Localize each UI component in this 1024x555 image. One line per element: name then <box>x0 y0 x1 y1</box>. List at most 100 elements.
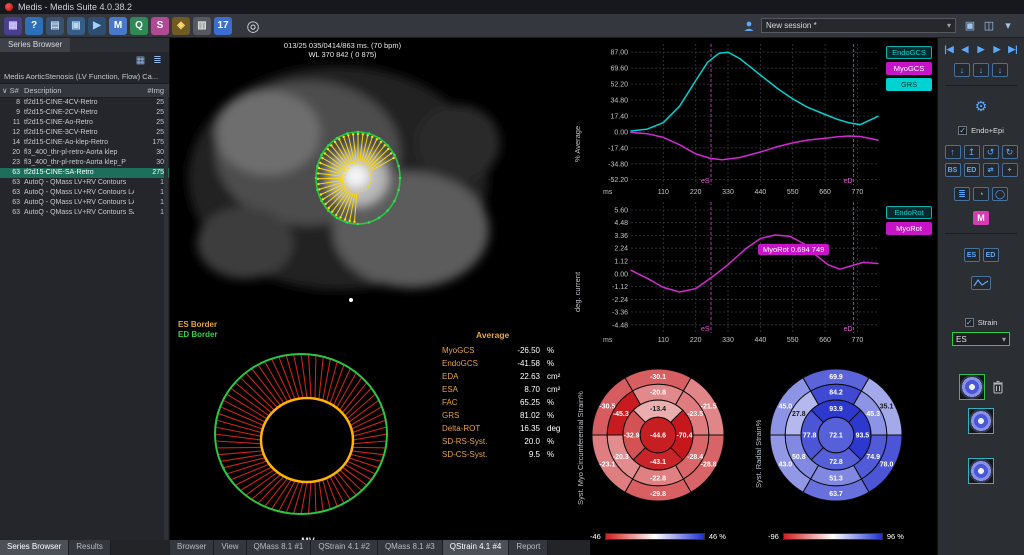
series-column-header[interactable]: Description <box>22 84 134 97</box>
list-view-icon[interactable]: ≣ <box>151 55 164 67</box>
svg-text:93.5: 93.5 <box>856 433 870 440</box>
panel-tab-results[interactable]: Results <box>69 540 111 555</box>
swap-contours-icon[interactable]: ⇄ <box>983 163 999 177</box>
series-column-header[interactable]: #Img <box>134 84 166 97</box>
series-browser-tab[interactable]: Series Browser <box>0 38 70 52</box>
bs-phase-icon[interactable]: BS <box>945 163 961 177</box>
redo-icon[interactable]: ↻ <box>1002 145 1018 159</box>
series-row[interactable]: 20fl3_400_thr-pl-retro-Aorta klep30 <box>0 148 169 158</box>
first-frame-button[interactable]: |◀ <box>943 43 956 56</box>
result-thumb-1[interactable] <box>959 374 985 400</box>
app-tab-browser[interactable]: Browser <box>170 540 214 555</box>
result-thumb-3[interactable] <box>968 458 994 484</box>
gauge-icon[interactable]: ◔ <box>973 187 989 201</box>
qmass-icon[interactable]: M <box>109 17 127 35</box>
snapshot-icon[interactable]: ◫ <box>981 18 997 34</box>
series-row[interactable]: 63AutoQ - QMass LV+RV Contours SAX1 <box>0 208 169 218</box>
delete-result-button[interactable] <box>992 380 1004 394</box>
roi-circle-icon[interactable]: ◯ <box>992 187 1008 201</box>
play-button[interactable]: ▶ <box>975 43 988 56</box>
app-tab-view[interactable]: View <box>214 540 246 555</box>
calendar-icon[interactable]: 17 <box>214 17 232 35</box>
es-recalc-button[interactable]: ES <box>964 248 980 262</box>
phase-select[interactable]: ES ▾ <box>952 332 1010 346</box>
report-icon[interactable]: ▥ <box>193 17 211 35</box>
es-ed-contour-view[interactable]: ES Border ED Border MV <box>173 318 443 555</box>
save-results-button[interactable]: ↓ <box>992 63 1008 77</box>
app-tab-qstrain-4-1-2[interactable]: QStrain 4.1 #2 <box>311 540 378 555</box>
svg-text:45.0: 45.0 <box>779 403 793 410</box>
series-row[interactable]: 11tf2d15-CINE-Ao-Retro25 <box>0 118 169 128</box>
qflow-icon[interactable]: Q <box>130 17 148 35</box>
series-row[interactable]: 23fl3_400_thr-pl-retro-Aorta klep_P30 <box>0 158 169 168</box>
series-image-count: 1 <box>134 198 166 208</box>
rotation-curves-chart[interactable]: 5.604.483.362.241.120.00-1.12-2.24-3.36-… <box>597 198 883 351</box>
result-row: EndoGCS-41.58% <box>442 357 574 370</box>
series-row[interactable]: 14tf2d15-CINE-Ao-klep-Retro175 <box>0 138 169 148</box>
acquisition-target-icon[interactable]: ◎ <box>243 16 263 36</box>
series-row[interactable]: 12tf2d15-CINE-3CV-Retro25 <box>0 128 169 138</box>
endo-epi-checkbox[interactable] <box>958 126 967 135</box>
app-tab-qmass-8-1-3[interactable]: QMass 8.1 #3 <box>378 540 443 555</box>
ed-phase-icon[interactable]: ED <box>964 163 980 177</box>
circumferential-strain-bullseye[interactable]: -30.1-21.5-28.8-29.8-23.1-30.5-20.8-23.5… <box>588 365 728 505</box>
add-contour-icon[interactable]: + <box>1002 163 1018 177</box>
radial-strain-bullseye[interactable]: 69.935.178.063.743.045.084.245.374.951.3… <box>766 365 906 505</box>
viewer-icon[interactable]: ▣ <box>67 17 85 35</box>
legend-grs[interactable]: GRS <box>886 78 932 91</box>
legend-myogcs[interactable]: MyoGCS <box>886 62 932 75</box>
legend-endogcs[interactable]: EndoGCS <box>886 46 932 59</box>
series-scrollbar[interactable] <box>164 92 168 550</box>
contour-propagate-icon[interactable]: ↥ <box>964 145 980 159</box>
study-label[interactable]: Medis AorticStenosis (LV Function, Flow)… <box>0 70 169 83</box>
session-select[interactable]: New session * ▾ <box>761 18 956 33</box>
screen-layout-icon[interactable]: ▣ <box>962 18 978 34</box>
help-icon[interactable]: ? <box>25 17 43 35</box>
app-tab-qstrain-4-1-4[interactable]: QStrain 4.1 #4 <box>443 540 510 555</box>
svg-text:-21.5: -21.5 <box>701 403 717 410</box>
strain-checkbox[interactable] <box>965 318 974 327</box>
3d-view-icon[interactable]: ◈ <box>172 17 190 35</box>
app-tab-report[interactable]: Report <box>509 540 548 555</box>
app-launcher-icon[interactable]: ▦ <box>4 17 22 35</box>
mri-viewport[interactable]: 013/25 035/0414/863 ms. (70 bpm) WL 370 … <box>173 38 512 316</box>
endo-epi-toggle[interactable]: Endo+Epi <box>958 126 1004 135</box>
series-row[interactable]: 8tf2d15-CINE-4CV-Retro25 <box>0 98 169 108</box>
app-menu-icon[interactable]: ▾ <box>1000 18 1016 34</box>
legend-endorot[interactable]: EndoRot <box>886 206 932 219</box>
series-row[interactable]: 63AutoQ - QMass LV+RV Contours LAX1 <box>0 198 169 208</box>
curve-display-button[interactable] <box>971 276 991 290</box>
step-back-button[interactable]: ◀ <box>959 43 972 56</box>
step-forward-button[interactable]: ▶ <box>991 43 1004 56</box>
svg-text:0.00: 0.00 <box>614 129 628 136</box>
app-tab-qmass-8-1-1[interactable]: QMass 8.1 #1 <box>247 540 312 555</box>
legend-myorot[interactable]: MyoRot <box>886 222 932 235</box>
cine-icon[interactable]: ▶ <box>88 17 106 35</box>
undo-icon[interactable]: ↺ <box>983 145 999 159</box>
strain-curves-chart[interactable]: 87.0069.6052.2034.8017.400.00-17.40-34.8… <box>597 40 883 203</box>
strain-toggle[interactable]: Strain <box>965 318 998 327</box>
svg-text:-22.8: -22.8 <box>650 475 666 482</box>
series-row[interactable]: 63AutoQ - QMass LV+RV Contours1 <box>0 178 169 188</box>
series-row[interactable]: 9tf2d15-CINE-2CV-Retro25 <box>0 108 169 118</box>
series-row[interactable]: 63tf2d15-CINE-SA-Retro275 <box>0 168 169 178</box>
results-list: MyoGCS-26.50%EndoGCS-41.58%EDA22.63cm²ES… <box>442 344 574 461</box>
series-browser-icon[interactable]: ▤ <box>46 17 64 35</box>
panel-tab-series-browser[interactable]: Series Browser <box>0 540 69 555</box>
panel-tabbar: Series BrowserResults <box>0 540 170 555</box>
last-frame-button[interactable]: ▶| <box>1007 43 1020 56</box>
myocardium-tool-icon[interactable]: M <box>973 211 989 225</box>
svg-text:-29.8: -29.8 <box>650 491 666 498</box>
ed-recalc-button[interactable]: ED <box>983 248 999 262</box>
series-column-header[interactable]: ∨ S# <box>0 84 22 97</box>
save-image-button[interactable]: ↓ <box>973 63 989 77</box>
series-row[interactable]: 63AutoQ - QMass LV+RV Contours LAX1 <box>0 188 169 198</box>
display-settings-button[interactable]: ⚙ <box>975 98 988 114</box>
save-cine-button[interactable]: ↓ <box>954 63 970 77</box>
contour-forward-icon[interactable]: ↑ <box>945 145 961 159</box>
thumbnail-view-icon[interactable]: ▦ <box>134 55 147 67</box>
qstrain-icon[interactable]: S <box>151 17 169 35</box>
result-thumb-2[interactable] <box>968 408 994 434</box>
divider <box>945 85 1017 86</box>
stack-icon[interactable]: ≣ <box>954 187 970 201</box>
